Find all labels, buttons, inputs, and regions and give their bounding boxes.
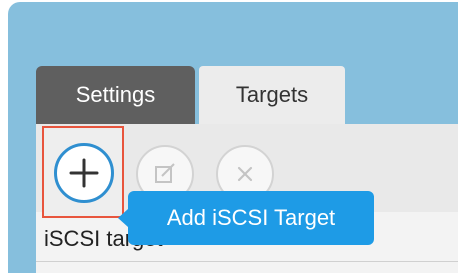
close-icon (237, 166, 253, 182)
tab-settings[interactable]: Settings (36, 66, 195, 124)
tab-targets[interactable]: Targets (199, 66, 345, 124)
add-target-button[interactable] (54, 143, 114, 203)
edit-icon (155, 163, 175, 183)
app-window: Settings Targets iSCSI target Add iSCSI … (0, 0, 458, 273)
divider (36, 261, 458, 262)
add-target-tooltip: Add iSCSI Target (118, 191, 374, 245)
tab-targets-label: Targets (235, 82, 309, 107)
tab-settings-label: Settings (75, 82, 156, 107)
plus-icon (69, 158, 99, 188)
